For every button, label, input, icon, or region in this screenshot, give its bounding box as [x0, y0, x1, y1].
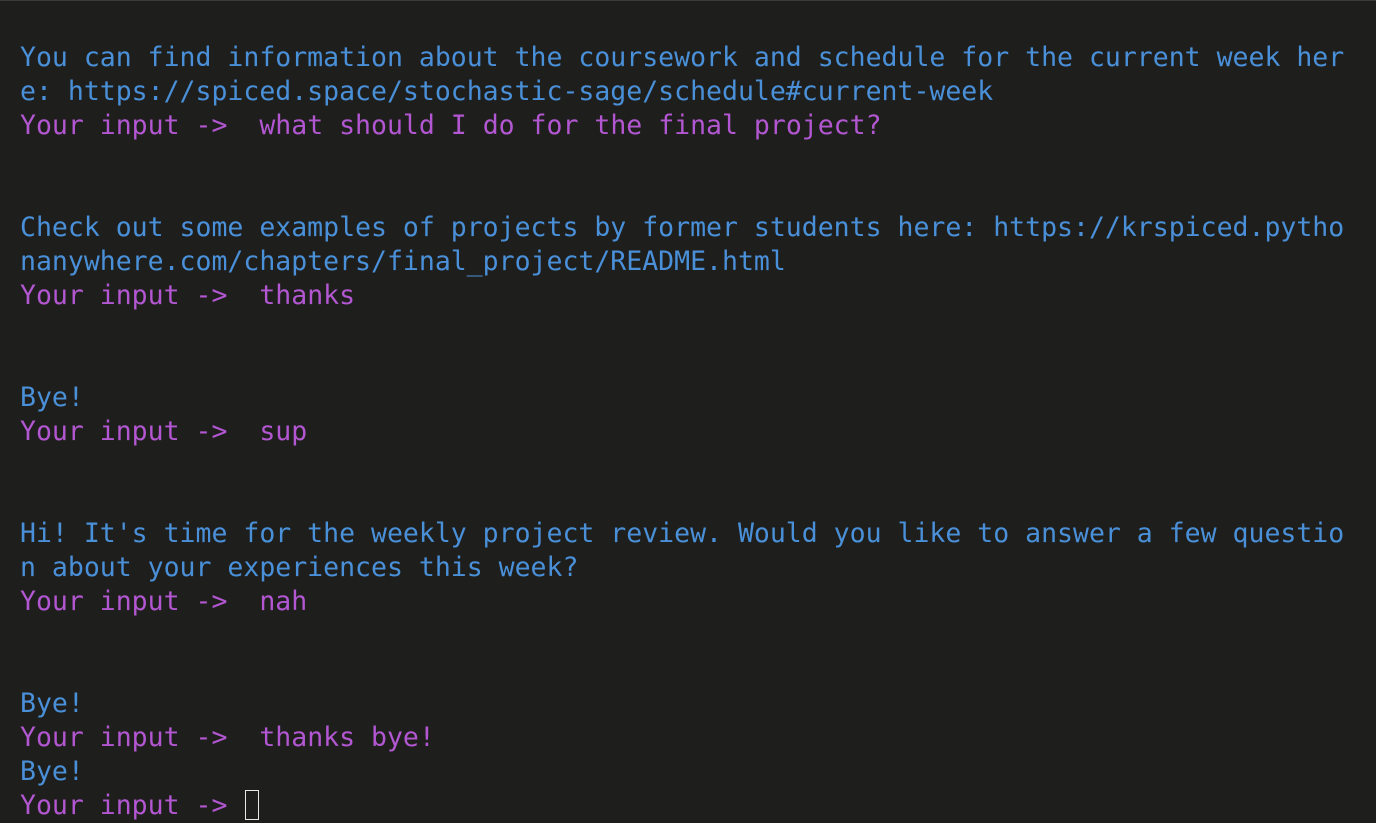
- output-line: Bye!: [20, 756, 84, 787]
- output-line: Bye!: [20, 688, 84, 719]
- input-line: Your input -> thanks: [20, 279, 355, 313]
- output-line: nanywhere.com/chapters/final_project/REA…: [20, 246, 786, 277]
- active-input-line[interactable]: Your input ->: [20, 789, 260, 823]
- input-line: Your input -> what should I do for the f…: [20, 109, 882, 143]
- input-line: Your input -> sup: [20, 415, 307, 449]
- output-line: Hi! It's time for the weekly project rev…: [20, 518, 1345, 549]
- text-cursor[interactable]: [245, 789, 260, 820]
- prompt-label: Your input ->: [20, 790, 244, 821]
- prompt-label: Your input ->: [20, 722, 244, 753]
- user-input-text: what should I do for the final project?: [243, 110, 882, 141]
- output-line: Bye!: [20, 382, 84, 413]
- prompt-label: Your input ->: [20, 416, 244, 447]
- user-input-text: thanks bye!: [243, 722, 435, 753]
- input-line: Your input -> nah: [20, 585, 307, 619]
- output-line: Check out some examples of projects by f…: [20, 212, 1345, 243]
- input-line: Your input -> thanks bye!: [20, 721, 435, 755]
- prompt-label: Your input ->: [20, 586, 244, 617]
- terminal-window[interactable]: You can find information about the cours…: [0, 0, 1376, 822]
- prompt-label: Your input ->: [20, 280, 244, 311]
- output-line: You can find information about the cours…: [20, 42, 1345, 73]
- prompt-label: Your input ->: [20, 110, 244, 141]
- user-input-text: thanks: [243, 280, 356, 311]
- output-line: n about your experiences this week?: [20, 552, 579, 583]
- user-input-text: nah: [243, 586, 308, 617]
- output-line: e: https://spiced.space/stochastic-sage/…: [20, 76, 994, 107]
- user-input-text: sup: [243, 416, 308, 447]
